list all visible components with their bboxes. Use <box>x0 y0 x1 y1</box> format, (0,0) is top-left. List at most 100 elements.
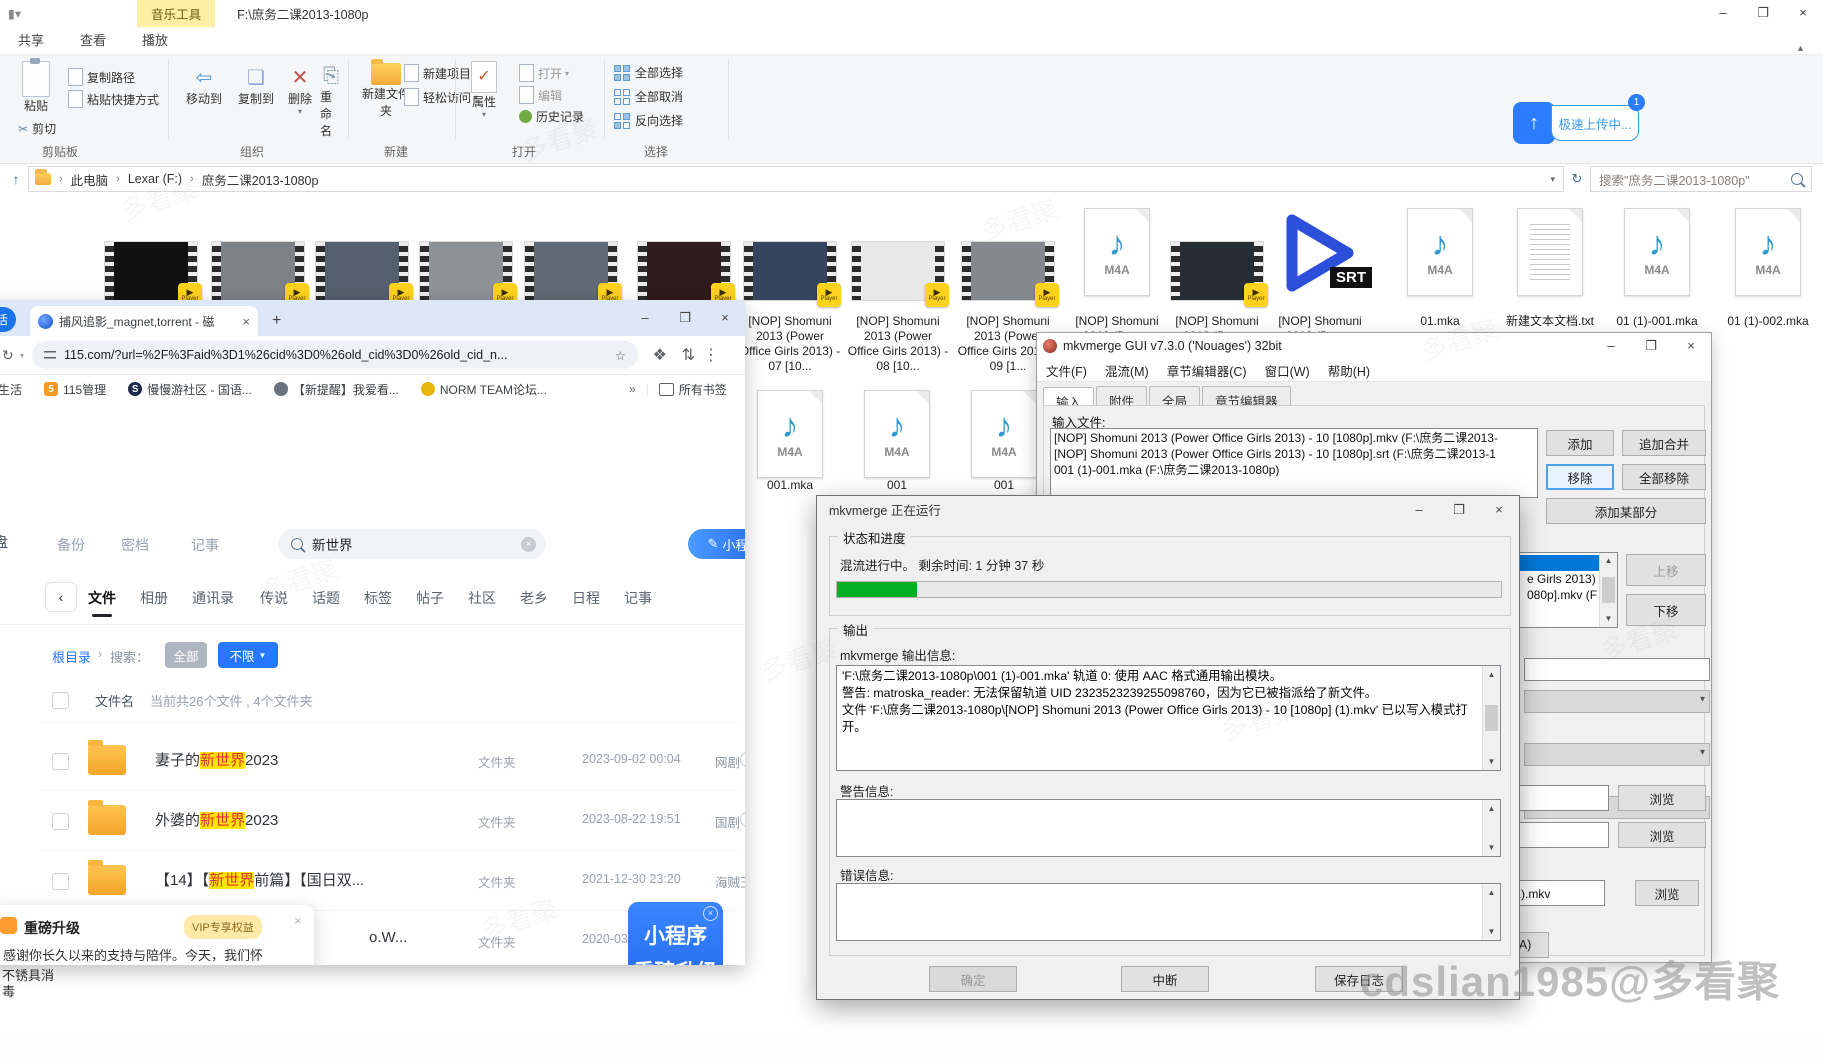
nav-tab-posts[interactable]: 帖子 <box>416 588 444 608</box>
clear-search-icon[interactable]: × <box>521 537 536 552</box>
upload-status-chip[interactable]: ↑ 极速上传中... 1 <box>1513 102 1639 144</box>
menu-window[interactable]: 窗口(W) <box>1256 361 1319 380</box>
output-browse-button[interactable]: 浏览 <box>1635 880 1699 906</box>
address-dropdown-icon[interactable]: ▾ <box>1550 174 1555 185</box>
tab-play[interactable]: 播放 <box>124 25 186 54</box>
toolbar-dropdown-icon[interactable]: ▾ <box>20 351 24 360</box>
file-item[interactable]: ▶Player[NOP] Shomuni 2013 (Power Office … <box>738 202 842 380</box>
vip-badge[interactable]: VIP专享权益 <box>184 915 262 939</box>
file-row[interactable]: 妻子的新世界2023 文件夹2023-09-02 00:04网剧 <box>0 732 745 790</box>
ad-close-icon[interactable]: × <box>703 906 718 921</box>
breadcrumb-root[interactable]: 根目录 <box>52 647 91 666</box>
delete-button[interactable]: ✕ 删除 ▾ <box>282 61 318 120</box>
reload-icon[interactable]: ↻ <box>2 347 14 364</box>
cloud-search-input[interactable]: 新世界 × <box>278 529 546 559</box>
tab-backup[interactable]: 备份 <box>57 535 85 555</box>
minimize-icon[interactable]: – <box>1399 497 1439 523</box>
close-icon[interactable]: × <box>1671 333 1711 359</box>
mini-program-ad[interactable]: × 小程序 重磅升级 立即体验 <box>628 902 723 965</box>
abort-button[interactable]: 中断 <box>1121 966 1209 992</box>
rename-button[interactable]: ⎘ 重命名 <box>314 61 348 143</box>
breadcrumb-this-pc[interactable]: 此电脑 <box>71 170 109 189</box>
output-log[interactable]: 'F:\庶务二课2013-1080p\001 (1)-001.mka' 轨道 0… <box>836 665 1501 771</box>
tab-share[interactable]: 共享 <box>0 25 62 54</box>
all-bookmarks-button[interactable]: 所有书签 <box>659 381 727 398</box>
bookmarks-overflow-icon[interactable]: » <box>629 382 636 396</box>
ok-button[interactable]: 确定 <box>929 966 1017 992</box>
url-bar[interactable]: 115.com/?url=%2F%3Faid%3D1%26cid%3D0%26o… <box>32 341 638 369</box>
history-button[interactable]: 历史记录 <box>519 108 584 125</box>
info-icon[interactable] <box>740 812 745 827</box>
minimize-icon[interactable]: – <box>1703 0 1743 26</box>
bookmark-item[interactable]: 生活 <box>0 381 22 398</box>
popup-close-icon[interactable]: × <box>294 913 302 928</box>
nav-tab-tags[interactable]: 标签 <box>364 588 392 608</box>
search-icon[interactable] <box>1791 173 1803 185</box>
browser-tab[interactable]: 捕风追影_magnet,torrent - 磁 × <box>30 306 258 336</box>
tab-secret[interactable]: 密档 <box>121 535 149 555</box>
dialog-titlebar[interactable]: mkvmerge 正在运行 – ❐ × <box>817 496 1519 523</box>
nav-tab-community[interactable]: 社区 <box>468 588 496 608</box>
browse-button[interactable]: 浏览 <box>1618 822 1706 848</box>
warnings-box[interactable]: ▲▼ <box>836 799 1501 857</box>
invert-selection-button[interactable]: 反向选择 <box>614 112 683 129</box>
nav-tab-topics[interactable]: 话题 <box>312 588 340 608</box>
maximize-icon[interactable]: ❐ <box>1743 0 1783 26</box>
up-arrow-icon[interactable]: ↑ <box>4 171 28 187</box>
nav-tab-files[interactable]: 文件 <box>88 588 116 608</box>
new-tab-icon[interactable]: + <box>272 306 281 336</box>
menu-chapter-editor[interactable]: 章节编辑器(C) <box>1158 361 1256 380</box>
append-button[interactable]: 追加合并 <box>1622 430 1706 456</box>
filter-chip-unlimited[interactable]: 不限▼ <box>218 642 278 668</box>
tab-close-icon[interactable]: × <box>242 314 250 329</box>
paste-shortcut-button[interactable]: 粘贴快捷方式 <box>68 90 159 108</box>
move-down-button[interactable]: 下移 <box>1626 594 1706 626</box>
warnings-scrollbar[interactable]: ▲▼ <box>1482 800 1500 856</box>
breadcrumb-drive[interactable]: Lexar (F:) <box>128 172 182 186</box>
row-checkbox[interactable] <box>52 873 69 890</box>
tab-group-chip[interactable]: 活 <box>0 307 16 332</box>
breadcrumb-folder[interactable]: 庶务二课2013-1080p <box>202 170 319 189</box>
paste-button[interactable]: 粘贴 <box>16 57 56 118</box>
dropdown-field[interactable]: ▾ <box>1524 743 1710 766</box>
browse-button[interactable]: 浏览 <box>1618 785 1706 811</box>
maximize-icon[interactable]: ❐ <box>1631 333 1671 359</box>
copy-to-button[interactable]: ❏ 复制到 <box>232 61 280 111</box>
track-name-field[interactable] <box>1524 658 1710 681</box>
maximize-icon[interactable]: ❐ <box>1439 497 1479 523</box>
desktop-icon-label[interactable]: 不锈具消毒 <box>2 968 60 1000</box>
tags-field[interactable] <box>1517 785 1609 811</box>
remove-button[interactable]: 移除 <box>1546 464 1614 490</box>
properties-button[interactable]: ✓ 属性 ▾ <box>465 57 503 123</box>
select-all-button[interactable]: 全部选择 <box>614 64 683 81</box>
errors-box[interactable]: ▲▼ <box>836 883 1501 941</box>
close-icon[interactable]: × <box>1479 497 1519 523</box>
select-all-checkbox[interactable] <box>52 692 69 709</box>
row-checkbox[interactable] <box>52 813 69 830</box>
refresh-icon[interactable]: ↻ <box>1564 171 1590 187</box>
bookmark-item[interactable]: NORM TEAM论坛... <box>421 381 547 398</box>
maximize-icon[interactable]: ❐ <box>665 305 705 331</box>
back-button[interactable]: ‹ <box>45 582 77 612</box>
input-file-row[interactable]: 001 (1)-001.mka (F:\庶务二课2013-1080p) <box>1054 462 1534 478</box>
minimize-icon[interactable]: – <box>1591 333 1631 359</box>
tab-notes[interactable]: 记事 <box>191 535 219 555</box>
bookmark-item[interactable]: S慢慢游社区 - 国语... <box>128 381 252 398</box>
menu-muxing[interactable]: 混流(M) <box>1096 361 1158 380</box>
dropdown-field[interactable]: ▾ <box>1524 690 1710 713</box>
file-row[interactable]: 【14】【新世界前篇】【国日双... 文件夹2021-12-30 23:20海贼… <box>0 852 745 910</box>
file-row[interactable]: 外婆的新世界2023 文件夹2023-08-22 19:51国剧 <box>0 792 745 850</box>
copy-path-button[interactable]: 复制路径 <box>68 68 135 86</box>
nav-tab-legend[interactable]: 传说 <box>260 588 288 608</box>
tab-view[interactable]: 查看 <box>62 25 124 54</box>
breadcrumb[interactable]: › 此电脑› Lexar (F:)› 庶务二课2013-1080p ▾ <box>28 166 1564 192</box>
nav-tab-albums[interactable]: 相册 <box>140 588 168 608</box>
input-file-row[interactable]: [NOP] Shomuni 2013 (Power Office Girls 2… <box>1054 446 1534 462</box>
close-icon[interactable]: × <box>1783 0 1823 26</box>
menu-help[interactable]: 帮助(H) <box>1319 361 1379 380</box>
delete-dropdown-icon[interactable]: ▾ <box>298 107 302 116</box>
nav-tab-hometown[interactable]: 老乡 <box>520 588 548 608</box>
save-log-button[interactable]: 保存日志 <box>1315 966 1403 992</box>
input-files-list[interactable]: [NOP] Shomuni 2013 (Power Office Girls 2… <box>1050 428 1538 498</box>
move-to-button[interactable]: ⇦ 移动到 <box>180 61 228 111</box>
